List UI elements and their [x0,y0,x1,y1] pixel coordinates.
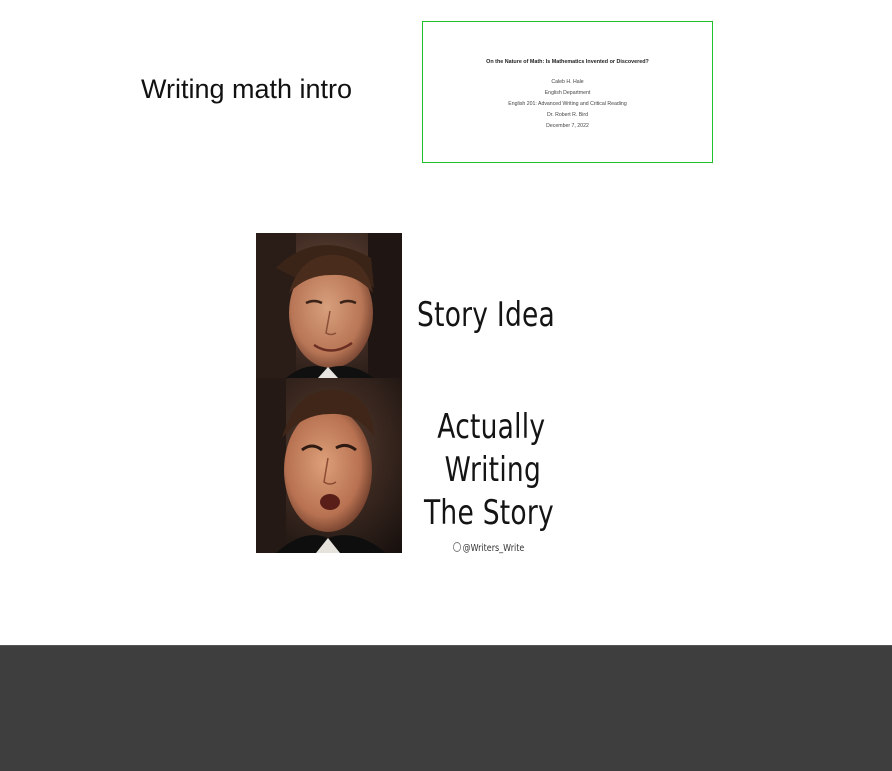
meme-caption-bottom: Actually Writing The Story [424,406,554,535]
document-department: English Department [544,90,591,96]
meme-caption-bottom-line-3: The Story [424,493,554,533]
meme-photo-bottom [256,378,402,553]
meme-caption-bottom-line-1: Actually [437,407,546,447]
at-icon [453,542,461,552]
document-course: English 201: Advanced Writing and Critic… [508,101,627,107]
document-title: On the Nature of Math: Is Mathematics In… [486,59,649,65]
meme-watermark: @Writers_Write [453,542,524,554]
document-instructor: Dr. Robert R. Bird [547,112,588,118]
slide-canvas: Writing math intro On the Nature of Math… [0,0,892,645]
document-thumbnail[interactable]: On the Nature of Math: Is Mathematics In… [422,21,713,163]
meme-caption-bottom-line-2: Writing [444,450,542,490]
document-date: December 7, 2022 [546,123,589,129]
meme-photo-top [256,233,402,378]
meme-image[interactable]: Story Idea Actually Writing The Story @W… [256,233,566,555]
document-author: Caleb H. Hale [551,79,584,85]
meme-watermark-text: @Writers_Write [462,543,525,554]
meme-caption-top: Story Idea [417,295,556,335]
slide-heading[interactable]: Writing math intro [141,74,352,105]
page: Writing math intro On the Nature of Math… [0,0,892,771]
bottom-panel [0,645,892,771]
